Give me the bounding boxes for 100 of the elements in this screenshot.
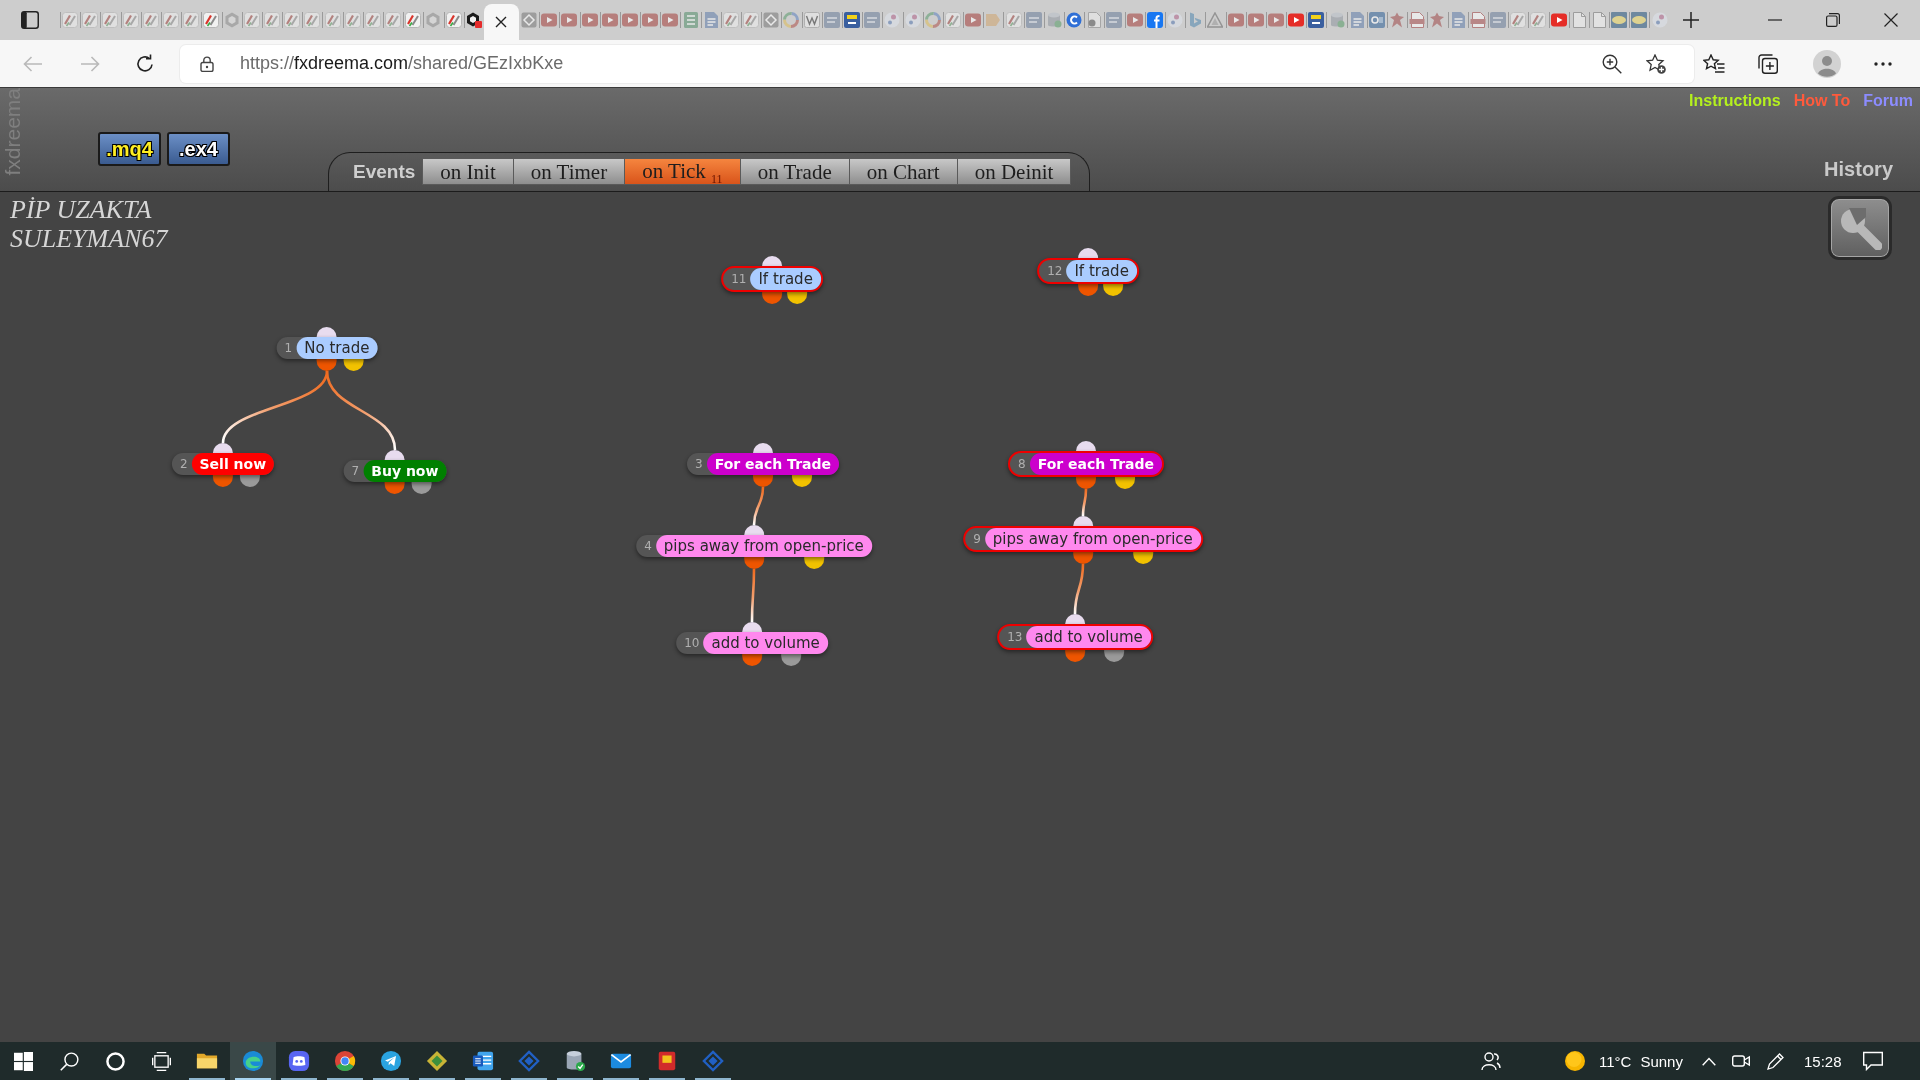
export-button[interactable]: .ex4 <box>167 132 230 166</box>
disc-icon[interactable] <box>1066 12 1083 28</box>
play-icon[interactable] <box>642 12 659 28</box>
stripes-icon[interactable] <box>122 12 139 28</box>
close-icon[interactable] <box>1884 13 1898 27</box>
star-plus-icon[interactable] <box>1646 53 1666 74</box>
tile-icon[interactable] <box>844 12 861 28</box>
output-port-icon[interactable] <box>411 482 432 494</box>
file-icon[interactable] <box>1590 12 1607 28</box>
stripes-icon[interactable] <box>263 12 280 28</box>
sun-icon[interactable] <box>1565 1051 1585 1071</box>
stripes-icon[interactable] <box>364 12 381 28</box>
output-port-icon[interactable] <box>744 557 764 569</box>
output-port-icon[interactable] <box>317 359 337 371</box>
output-port-icon[interactable] <box>1073 552 1093 564</box>
event-tab[interactable]: on Init <box>422 158 514 185</box>
history-link[interactable]: History <box>1824 158 1893 181</box>
event-tab[interactable]: on Timer <box>513 158 626 185</box>
output-port-icon[interactable] <box>742 654 762 666</box>
file-icon[interactable] <box>1086 12 1103 28</box>
more-icon[interactable] <box>1874 61 1892 66</box>
zigzag-icon[interactable] <box>803 12 820 28</box>
emblem-icon[interactable] <box>1429 12 1446 28</box>
play-icon[interactable] <box>1126 12 1143 28</box>
ribbon-icon[interactable] <box>1187 12 1204 28</box>
document-icon[interactable] <box>1348 12 1365 28</box>
block-node[interactable]: 11 If trade <box>721 266 823 292</box>
output-port-icon[interactable] <box>792 475 812 487</box>
block-node[interactable]: 12 If trade <box>1037 258 1139 284</box>
close-icon[interactable] <box>495 16 508 28</box>
hexagon-icon[interactable] <box>465 12 482 28</box>
block-node[interactable]: 13 add to volume <box>997 624 1153 650</box>
play-icon[interactable] <box>1550 12 1567 28</box>
tile-icon[interactable] <box>1308 12 1325 28</box>
document-icon[interactable] <box>1469 12 1486 28</box>
dots-icon[interactable] <box>1167 12 1184 28</box>
document-icon[interactable] <box>702 12 719 28</box>
temperature-text[interactable]: 11°C <box>1599 1052 1632 1070</box>
tile-icon[interactable] <box>864 12 881 28</box>
output-port-icon[interactable] <box>1076 477 1096 489</box>
output-port-icon[interactable] <box>213 475 233 487</box>
file-icon[interactable] <box>1570 12 1587 28</box>
play-icon[interactable] <box>1288 12 1305 28</box>
dots-icon[interactable] <box>904 12 921 28</box>
search-icon[interactable] <box>59 1051 79 1071</box>
tile-icon[interactable] <box>1368 12 1385 28</box>
output-port-icon[interactable] <box>1103 650 1124 662</box>
block-node[interactable]: 3 For each Trade <box>687 453 839 475</box>
stripes-icon[interactable] <box>445 12 462 28</box>
block-node[interactable]: 4 pips away from open-price <box>636 535 872 557</box>
input-port-icon[interactable] <box>1073 516 1093 526</box>
tile-icon[interactable] <box>1146 12 1163 28</box>
input-port-icon[interactable] <box>1065 614 1085 624</box>
people-icon[interactable] <box>1481 1051 1501 1071</box>
stripes-icon[interactable] <box>743 12 760 28</box>
play-icon[interactable] <box>965 12 982 28</box>
stripes-icon[interactable] <box>324 12 341 28</box>
output-port-icon[interactable] <box>1103 284 1124 296</box>
stripes-icon[interactable] <box>1510 12 1527 28</box>
input-port-icon[interactable] <box>1076 441 1096 451</box>
output-port-icon[interactable] <box>1078 284 1098 296</box>
chevron-up-icon[interactable] <box>1701 1056 1716 1066</box>
output-port-icon[interactable] <box>762 292 782 304</box>
stacked-squares-icon[interactable] <box>1758 53 1778 74</box>
output-port-icon[interactable] <box>1065 650 1085 662</box>
block-node[interactable]: 9 pips away from open-price <box>963 526 1203 552</box>
output-port-icon[interactable] <box>753 475 773 487</box>
event-tab[interactable]: on Tick $_{11}$ <box>625 158 741 185</box>
clock-text[interactable]: 15:28 <box>1803 1052 1842 1070</box>
notification-icon[interactable] <box>1862 1051 1883 1071</box>
output-port-icon[interactable] <box>787 292 808 304</box>
output-port-icon[interactable] <box>1132 552 1153 564</box>
document-icon[interactable] <box>1409 12 1426 28</box>
weather-text[interactable]: Sunny <box>1640 1052 1683 1070</box>
output-port-icon[interactable] <box>1115 477 1135 489</box>
tile-icon[interactable] <box>1611 12 1628 28</box>
input-port-icon[interactable] <box>213 443 233 453</box>
task-view-icon[interactable] <box>151 1051 171 1071</box>
stripes-icon[interactable] <box>183 12 200 28</box>
dots-icon[interactable] <box>1651 12 1668 28</box>
stripes-icon[interactable] <box>1530 12 1547 28</box>
document-icon[interactable] <box>1449 12 1466 28</box>
play-icon[interactable] <box>601 12 618 28</box>
play-icon[interactable] <box>662 12 679 28</box>
diamond-icon[interactable] <box>763 12 780 28</box>
window-icon[interactable] <box>21 11 39 29</box>
input-port-icon[interactable] <box>744 525 764 535</box>
stripes-icon[interactable] <box>243 12 260 28</box>
event-tab[interactable]: on Deinit <box>957 158 1072 185</box>
stripes-icon[interactable] <box>163 12 180 28</box>
block-node[interactable]: 2 Sell now <box>171 453 275 475</box>
stripes-icon[interactable] <box>82 12 99 28</box>
dots-icon[interactable] <box>884 12 901 28</box>
stripes-icon[interactable] <box>385 12 402 28</box>
play-icon[interactable] <box>581 12 598 28</box>
stripes-icon[interactable] <box>1005 12 1022 28</box>
input-port-icon[interactable] <box>385 450 405 460</box>
restore-icon[interactable] <box>1826 13 1840 27</box>
tile-icon[interactable] <box>1490 12 1507 28</box>
output-port-icon[interactable] <box>343 359 364 371</box>
